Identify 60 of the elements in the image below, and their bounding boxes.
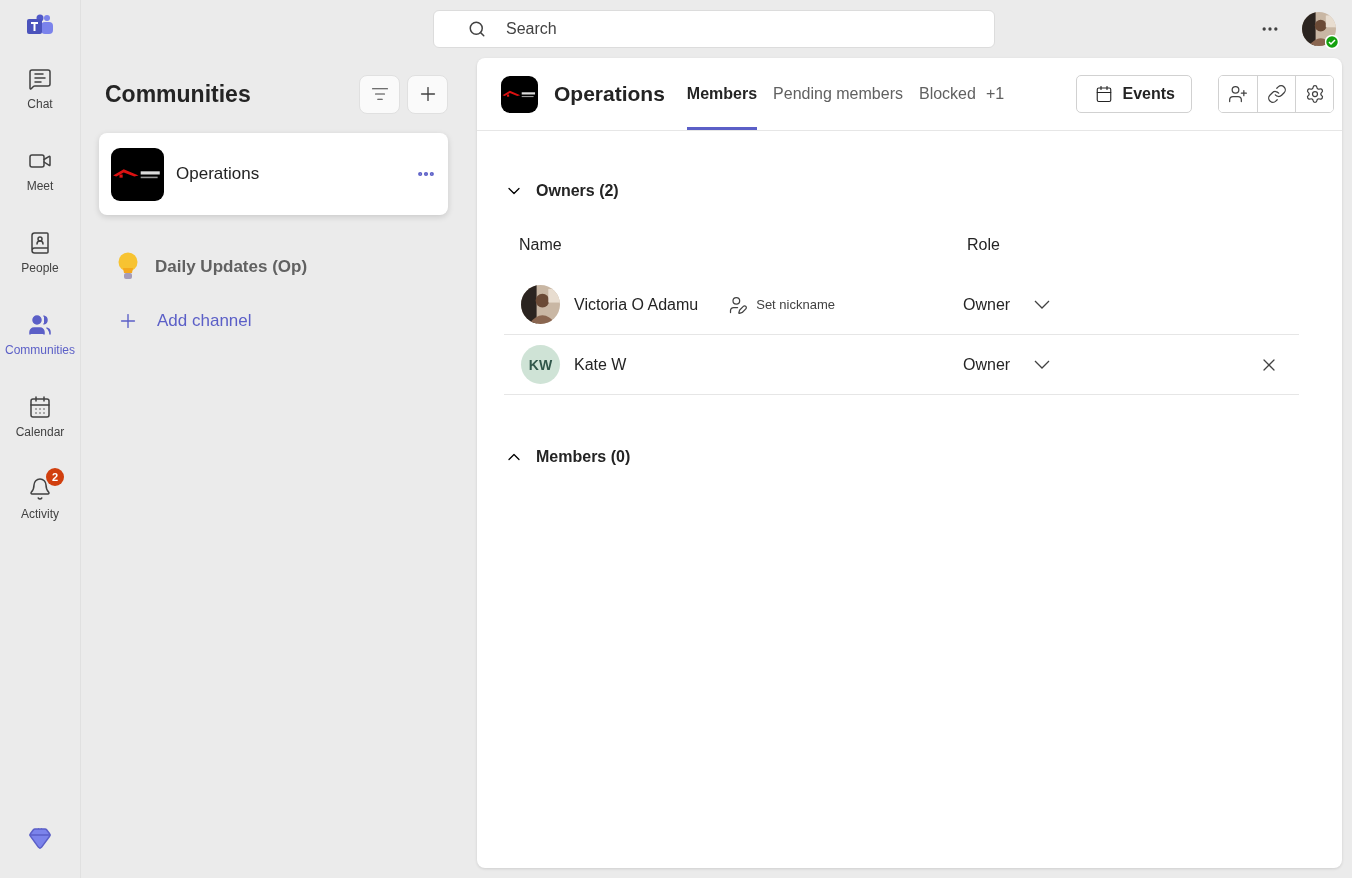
more-tabs[interactable]: +1	[985, 85, 1005, 103]
calendar-icon	[1094, 85, 1113, 103]
rail-item[interactable]: Communities	[4, 294, 76, 376]
rail-item[interactable]: People	[4, 212, 76, 294]
section-header[interactable]: Members (0)	[504, 433, 1299, 481]
add-channel-label: Add channel	[157, 311, 252, 331]
section-title: Members (0)	[536, 448, 631, 466]
rail-label: Activity	[21, 507, 59, 521]
search-icon	[468, 20, 486, 38]
filter-button[interactable]	[359, 74, 400, 114]
section-title: Owners (2)	[536, 182, 619, 200]
search-field[interactable]: Search	[433, 10, 995, 48]
communities-title: Communities	[105, 80, 252, 108]
lightbulb-icon	[117, 252, 139, 282]
section-header[interactable]: Owners (2)	[504, 167, 1299, 215]
tab[interactable]: Pending members	[773, 58, 903, 130]
add-person-icon	[1228, 84, 1248, 104]
status-available-icon	[1325, 35, 1339, 49]
rail-label: Meet	[26, 179, 54, 193]
rail-item[interactable]: Chat	[4, 48, 76, 130]
search-input[interactable]: Search	[504, 19, 715, 39]
rail-item[interactable]: Meet	[4, 130, 76, 212]
role-dropdown[interactable]: Owner	[963, 355, 1051, 374]
rail-label: Chat	[27, 97, 53, 111]
member-name: Kate W	[574, 355, 627, 374]
rail-icon	[28, 231, 52, 255]
add-button[interactable]	[407, 74, 448, 114]
rail-label: Calendar	[15, 425, 65, 439]
rail-item[interactable]: Calendar	[4, 376, 76, 458]
tab[interactable]: Members	[686, 58, 758, 130]
rail-icon	[28, 477, 52, 501]
settings-button[interactable]	[1295, 76, 1333, 112]
column-header: Name	[519, 236, 563, 254]
rail-icon	[28, 395, 52, 419]
rail-label: Communities	[5, 343, 75, 357]
tab[interactable]: Blocked	[918, 58, 976, 130]
profile-avatar[interactable]	[1302, 12, 1336, 46]
rail-item[interactable]: 2 Activity	[4, 458, 76, 540]
avatar-initials: KW	[521, 345, 560, 384]
rail-label: People	[21, 261, 59, 275]
member-name: Victoria O Adamu	[574, 295, 699, 314]
add-channel-link[interactable]: Add channel	[99, 301, 448, 341]
column-header: Role	[967, 236, 1001, 254]
channel-name[interactable]: Daily Updates (Op)	[155, 257, 308, 277]
set-nickname-button[interactable]: Set nickname	[728, 294, 835, 315]
person-edit-icon	[728, 294, 749, 315]
community-card[interactable]: Operations	[99, 133, 448, 215]
events-button[interactable]: Events	[1075, 75, 1192, 113]
rail-icon	[28, 67, 52, 91]
rail-icon	[28, 313, 52, 337]
filter-icon	[370, 85, 389, 103]
notification-badge: 2	[46, 468, 64, 486]
role-dropdown[interactable]: Owner	[963, 295, 1051, 314]
chevron-down-icon	[1034, 300, 1051, 309]
community-name: Operations	[176, 164, 261, 184]
settings-icon	[1304, 84, 1325, 104]
chevron-down-icon	[1034, 360, 1051, 369]
community-title: Operations	[554, 82, 665, 106]
premium-icon[interactable]	[28, 826, 52, 850]
link-icon	[1266, 84, 1287, 104]
